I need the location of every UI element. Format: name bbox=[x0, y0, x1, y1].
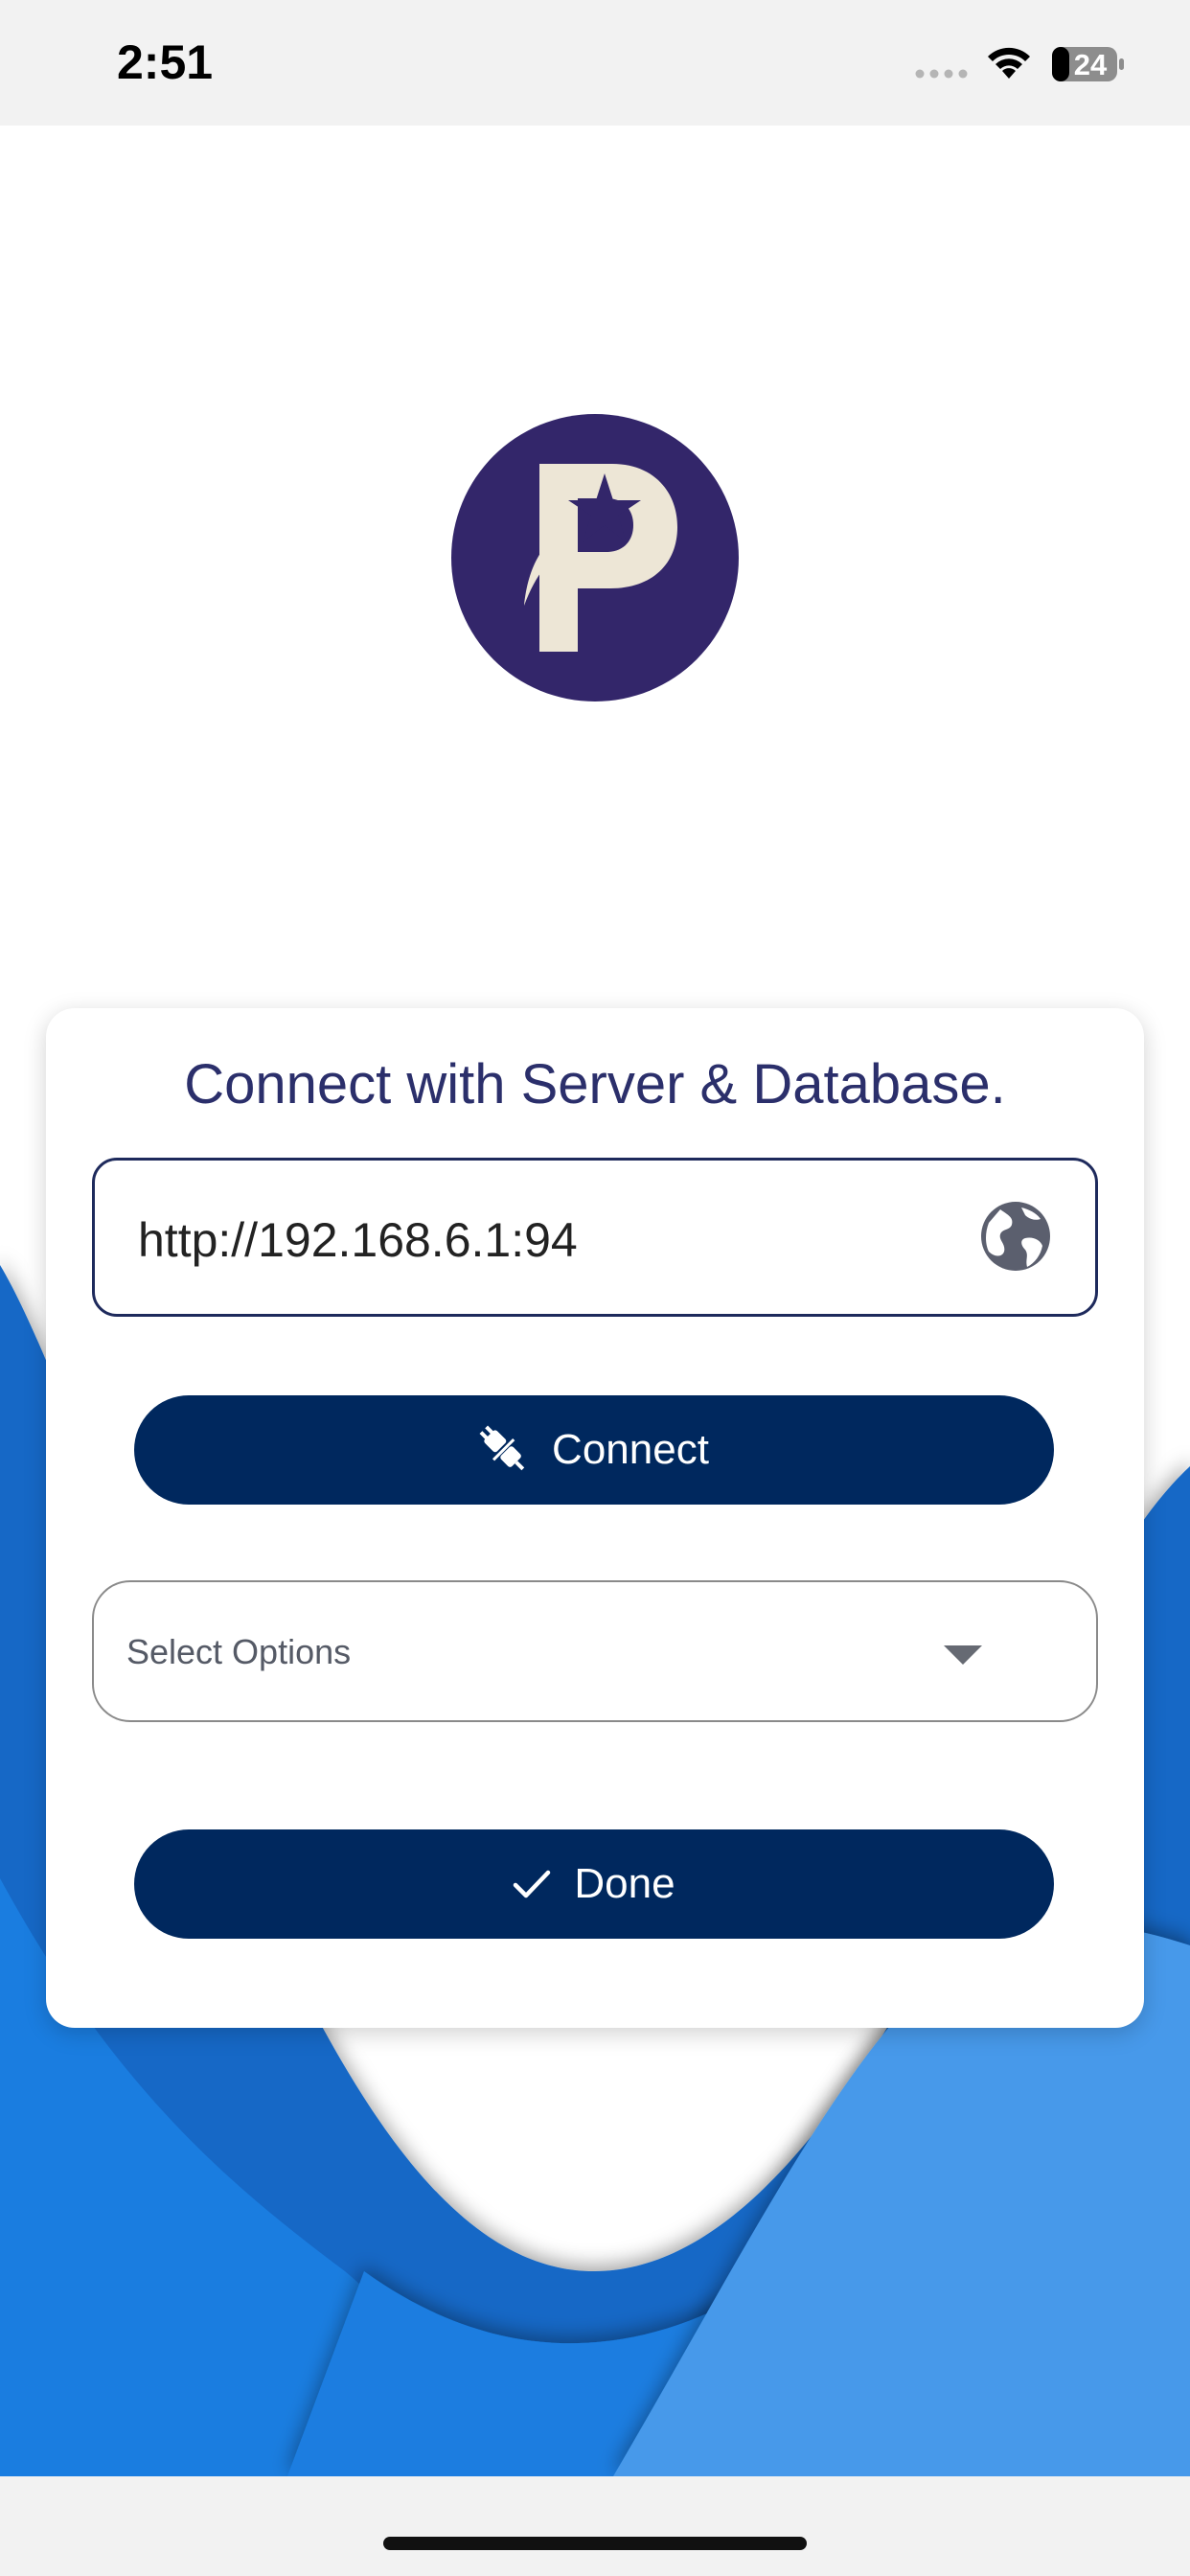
home-indicator-area bbox=[0, 2476, 1190, 2576]
status-time: 2:51 bbox=[117, 35, 214, 89]
wifi-icon bbox=[988, 47, 1030, 79]
battery-level: 24 bbox=[1073, 48, 1108, 81]
status-bar: 2:51 24 bbox=[0, 0, 1190, 126]
checkmark-icon bbox=[514, 1870, 551, 1898]
server-url-value[interactable]: http://192.168.6.1:94 bbox=[138, 1212, 578, 1268]
home-indicator[interactable] bbox=[383, 2537, 807, 2550]
options-select[interactable]: Select Options bbox=[92, 1580, 1098, 1722]
globe-icon bbox=[981, 1202, 1050, 1271]
chevron-down-icon[interactable] bbox=[944, 1645, 982, 1665]
battery-icon: 24 bbox=[1051, 46, 1126, 82]
plug-icon bbox=[479, 1425, 525, 1471]
card-title: Connect with Server & Database. bbox=[184, 1053, 1006, 1116]
app-logo bbox=[451, 414, 739, 702]
server-url-field[interactable]: http://192.168.6.1:94 bbox=[92, 1158, 1098, 1317]
done-button[interactable]: Done bbox=[134, 1829, 1054, 1939]
select-placeholder: Select Options bbox=[126, 1632, 352, 1671]
connect-button-label: Connect bbox=[552, 1426, 709, 1473]
connect-button[interactable]: Connect bbox=[134, 1395, 1054, 1505]
done-button-label: Done bbox=[574, 1860, 675, 1907]
connection-card: Connect with Server & Database. http://1… bbox=[46, 1008, 1144, 2028]
signal-dots-icon bbox=[915, 69, 968, 79]
